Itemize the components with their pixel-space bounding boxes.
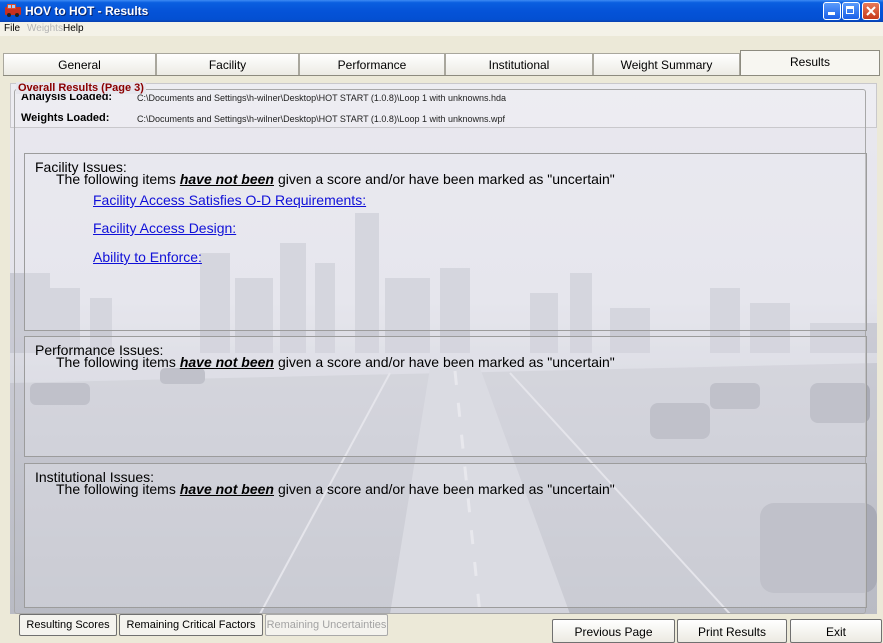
resulting-scores-button[interactable]: Resulting Scores	[19, 614, 117, 636]
tab-institutional[interactable]: Institutional	[445, 53, 593, 75]
desc-emphasis: have not been	[179, 481, 274, 497]
close-button[interactable]	[862, 2, 880, 20]
tab-facility[interactable]: Facility	[156, 53, 299, 75]
desc-before: The following items	[56, 481, 176, 497]
performance-issues-panel: Performance Issues: The following items h…	[24, 336, 867, 457]
minimize-button[interactable]	[823, 2, 841, 20]
results-window: HOV to HOT - Results File Weights Help G…	[0, 0, 883, 643]
facility-issues-description: The following items have not been given a …	[56, 171, 615, 187]
institutional-issues-description: The following items have not been given a …	[56, 481, 615, 497]
link-facility-access-design[interactable]: Facility Access Design:	[93, 220, 236, 236]
menu-weights[interactable]: Weights	[27, 23, 63, 34]
desc-before: The following items	[56, 354, 176, 370]
menu-file[interactable]: File	[4, 23, 20, 34]
facility-issues-panel: Facility Issues: The following items have…	[24, 153, 867, 331]
desc-emphasis: have not been	[179, 354, 274, 370]
menu-bar: File Weights Help	[0, 22, 883, 36]
tab-weight-summary[interactable]: Weight Summary	[593, 53, 740, 75]
link-facility-access-od[interactable]: Facility Access Satisfies O-D Requiremen…	[93, 192, 366, 208]
tab-strip: General Facility Performance Institution…	[3, 36, 880, 78]
tab-general[interactable]: General	[3, 53, 156, 75]
exit-button[interactable]: Exit	[790, 619, 882, 643]
remaining-uncertainties-button[interactable]: Remaining Uncertainties	[265, 614, 388, 636]
desc-before: The following items	[56, 171, 176, 187]
close-icon	[866, 6, 876, 16]
bottom-button-bar: Resulting Scores Remaining Critical Fact…	[0, 614, 883, 643]
desc-after: given a score and/or have been marked as…	[277, 171, 615, 187]
print-results-button[interactable]: Print Results	[677, 619, 787, 643]
overall-results-caption: Overall Results (Page 3)	[16, 82, 146, 94]
app-icon	[5, 4, 21, 17]
previous-page-button[interactable]: Previous Page	[552, 619, 675, 643]
desc-after: given a score and/or have been marked as…	[277, 354, 615, 370]
institutional-issues-panel: Institutional Issues: The following item…	[24, 463, 867, 608]
menu-help[interactable]: Help	[63, 23, 84, 34]
title-bar[interactable]: HOV to HOT - Results	[0, 0, 883, 22]
performance-issues-description: The following items have not been given a …	[56, 354, 615, 370]
remaining-critical-factors-button[interactable]: Remaining Critical Factors	[119, 614, 263, 636]
tab-performance[interactable]: Performance	[299, 53, 445, 75]
desc-emphasis: have not been	[179, 171, 274, 187]
tab-divider	[3, 75, 880, 76]
link-ability-to-enforce[interactable]: Ability to Enforce:	[93, 249, 202, 265]
maximize-button[interactable]	[842, 2, 860, 20]
tab-results[interactable]: Results	[740, 50, 880, 75]
desc-after: given a score and/or have been marked as…	[277, 481, 615, 497]
window-title: HOV to HOT - Results	[25, 4, 149, 18]
